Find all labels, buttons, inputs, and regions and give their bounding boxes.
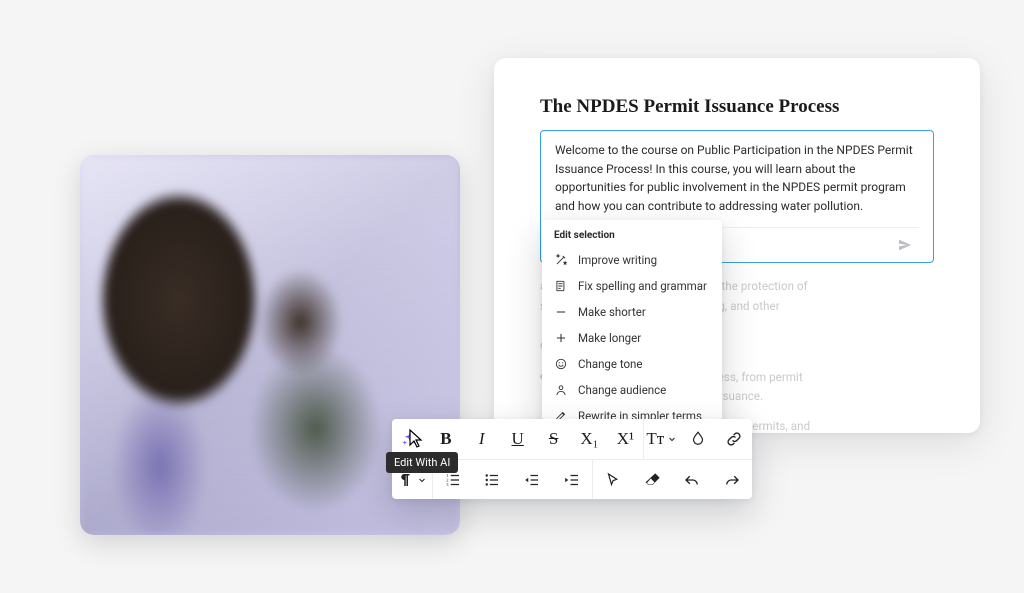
eraser-icon xyxy=(644,471,662,489)
redo-icon xyxy=(723,471,741,489)
chevron-down-icon xyxy=(416,474,428,486)
glyph: U xyxy=(512,429,524,449)
select-button[interactable] xyxy=(593,460,633,499)
color-button[interactable] xyxy=(680,419,716,459)
send-icon[interactable] xyxy=(897,237,913,253)
glyph: Tᴛ xyxy=(646,429,664,449)
person-icon xyxy=(554,383,568,397)
sparkle-icon xyxy=(401,430,419,448)
menu-item-label: Change audience xyxy=(578,383,666,397)
drop-icon xyxy=(689,430,707,448)
undo-icon xyxy=(683,471,701,489)
minus-icon xyxy=(554,305,568,319)
chevron-down-icon xyxy=(666,433,678,445)
document-title: The NPDES Permit Issuance Process xyxy=(540,96,934,118)
ai-suggestion-menu: Edit selection Improve writing Fix spell… xyxy=(542,220,722,435)
selected-paragraph: Welcome to the course on Public Particip… xyxy=(555,141,919,215)
pilcrow-icon xyxy=(396,471,414,489)
undo-button[interactable] xyxy=(672,460,712,499)
pointer-icon xyxy=(604,471,622,489)
indent-icon xyxy=(563,471,581,489)
spellcheck-icon xyxy=(554,279,568,293)
outdent-icon xyxy=(523,471,541,489)
link-icon xyxy=(725,430,743,448)
menu-item-make-shorter[interactable]: Make shorter xyxy=(542,299,722,325)
superscript-button[interactable]: X¹ xyxy=(607,419,643,459)
decrease-indent-button[interactable] xyxy=(512,460,552,499)
subscript-button[interactable]: X₁ xyxy=(572,419,608,459)
menu-item-fix-spelling-and-grammar[interactable]: Fix spelling and grammar xyxy=(542,273,722,299)
text-style-button[interactable]: Tᴛ xyxy=(644,419,680,459)
increase-indent-button[interactable] xyxy=(552,460,592,499)
ol-icon xyxy=(444,471,462,489)
toolbar-tooltip: Edit With AI xyxy=(386,452,458,473)
menu-item-label: Change tone xyxy=(578,357,643,371)
menu-item-label: Make shorter xyxy=(578,305,646,319)
menu-item-label: Fix spelling and grammar xyxy=(578,279,707,293)
menu-item-change-tone[interactable]: Change tone xyxy=(542,351,722,377)
menu-item-label: Make longer xyxy=(578,331,641,345)
wand-icon xyxy=(554,253,568,267)
redo-button[interactable] xyxy=(712,460,752,499)
glyph: S xyxy=(549,429,558,449)
smile-icon xyxy=(554,357,568,371)
underline-button[interactable]: U xyxy=(500,419,536,459)
menu-item-make-longer[interactable]: Make longer xyxy=(542,325,722,351)
glyph: B xyxy=(440,429,451,449)
menu-item-change-audience[interactable]: Change audience xyxy=(542,377,722,403)
strike-button[interactable]: S xyxy=(536,419,572,459)
unordered-list-button[interactable] xyxy=(473,460,513,499)
plus-icon xyxy=(554,331,568,345)
glyph: X¹ xyxy=(617,429,634,449)
glyph: X₁ xyxy=(580,429,598,449)
menu-header: Edit selection xyxy=(542,228,722,247)
glyph: I xyxy=(479,429,485,449)
italic-button[interactable]: I xyxy=(464,419,500,459)
link-button[interactable] xyxy=(716,419,752,459)
eraser-button[interactable] xyxy=(633,460,673,499)
menu-item-improve-writing[interactable]: Improve writing xyxy=(542,247,722,273)
menu-item-label: Improve writing xyxy=(578,253,657,267)
ul-icon xyxy=(483,471,501,489)
